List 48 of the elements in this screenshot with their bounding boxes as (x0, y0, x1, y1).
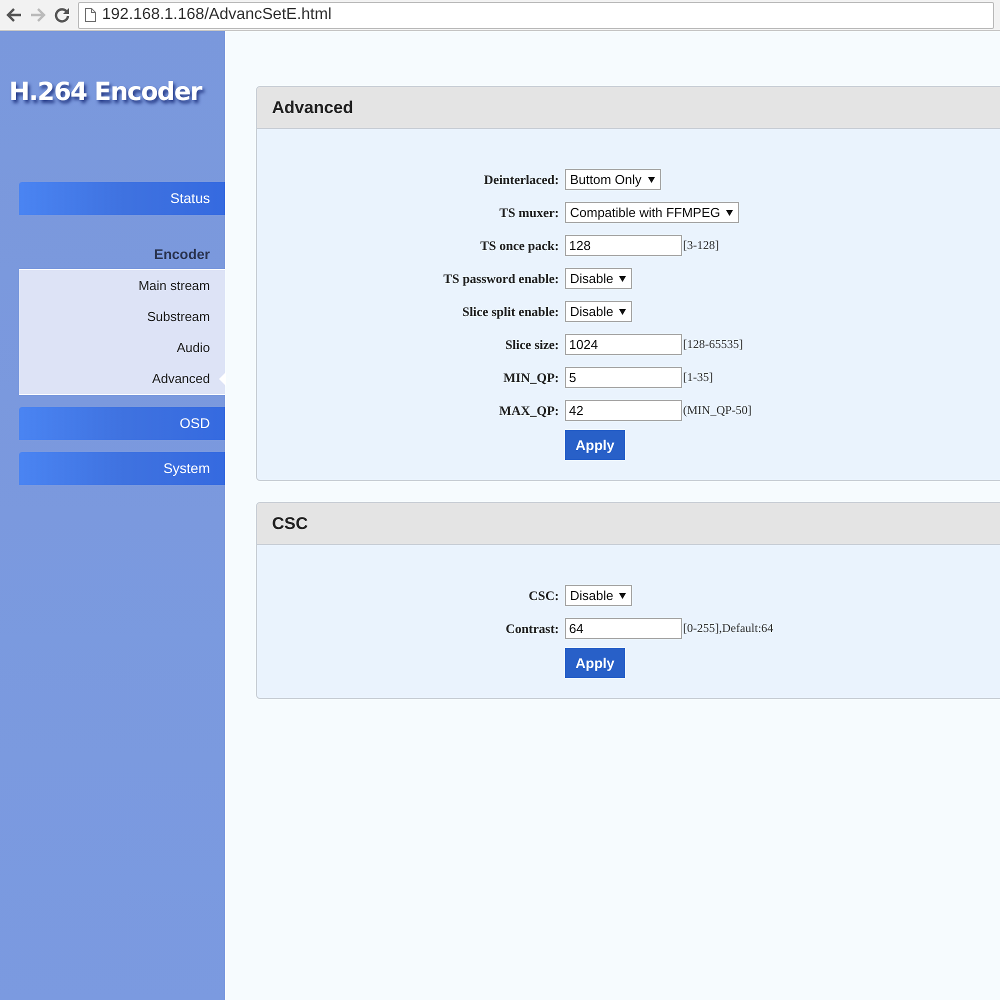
submenu-item[interactable]: Advanced (19, 363, 225, 394)
dropdown[interactable]: Disable (565, 268, 632, 289)
range-hint: [0-255],Default:64 (683, 621, 774, 636)
input-field[interactable]: 1024 (565, 334, 682, 355)
submenu-item[interactable]: Audio (19, 332, 225, 363)
field-label: TS muxer: (498, 204, 559, 220)
input-field[interactable]: 64 (565, 618, 682, 639)
field-label: Deinterlaced: (482, 172, 559, 188)
input-field[interactable]: 128 (565, 235, 682, 256)
caret-icon (619, 276, 626, 282)
field-label: Slice split enable: (461, 304, 559, 320)
panel-title: Advanced (257, 87, 1000, 129)
range-hint: [128-65535] (683, 337, 743, 352)
nav-button[interactable]: OSD (19, 407, 225, 440)
input-field[interactable]: 42 (565, 400, 682, 421)
nav-button[interactable]: Status (19, 182, 225, 215)
apply-button[interactable]: Apply (565, 430, 625, 460)
input-field[interactable]: 5 (565, 367, 682, 388)
nav-button[interactable]: System (19, 452, 225, 485)
field-label: Contrast: (504, 620, 559, 636)
nav-section-title: Encoder (152, 245, 211, 264)
field-label: CSC: (528, 588, 559, 604)
panel-title: CSC (257, 503, 1000, 545)
logo-text: H.264 Encoder (9, 77, 202, 106)
range-hint: [3-128] (683, 238, 719, 253)
caret-icon (648, 176, 655, 182)
dropdown[interactable]: Compatible with FFMPEG (565, 202, 740, 223)
field-label: MAX_QP: (498, 402, 559, 418)
range-hint: (MIN_QP-50] (683, 403, 752, 418)
back-icon[interactable] (6, 8, 22, 22)
apply-button[interactable]: Apply (565, 648, 625, 678)
address-bar[interactable]: 192.168.1.168/AdvancSetE.html (78, 2, 994, 28)
field-label: Slice size: (504, 336, 559, 352)
caret-icon (619, 592, 626, 598)
dropdown[interactable]: Buttom Only (565, 169, 661, 190)
reload-icon[interactable] (54, 7, 70, 23)
field-label: MIN_QP: (502, 370, 559, 386)
caret-icon (619, 308, 626, 314)
dropdown[interactable]: Disable (565, 301, 632, 322)
url-text: 192.168.1.168/AdvancSetE.html (102, 6, 332, 24)
page-icon (85, 8, 96, 22)
dropdown[interactable]: Disable (565, 585, 632, 606)
caret-icon (726, 210, 734, 216)
range-hint: [1-35] (683, 370, 713, 385)
field-label: TS once pack: (479, 238, 559, 254)
submenu-item[interactable]: Main stream (19, 270, 225, 301)
field-label: TS password enable: (442, 270, 559, 286)
submenu-item[interactable]: Substream (19, 301, 225, 332)
